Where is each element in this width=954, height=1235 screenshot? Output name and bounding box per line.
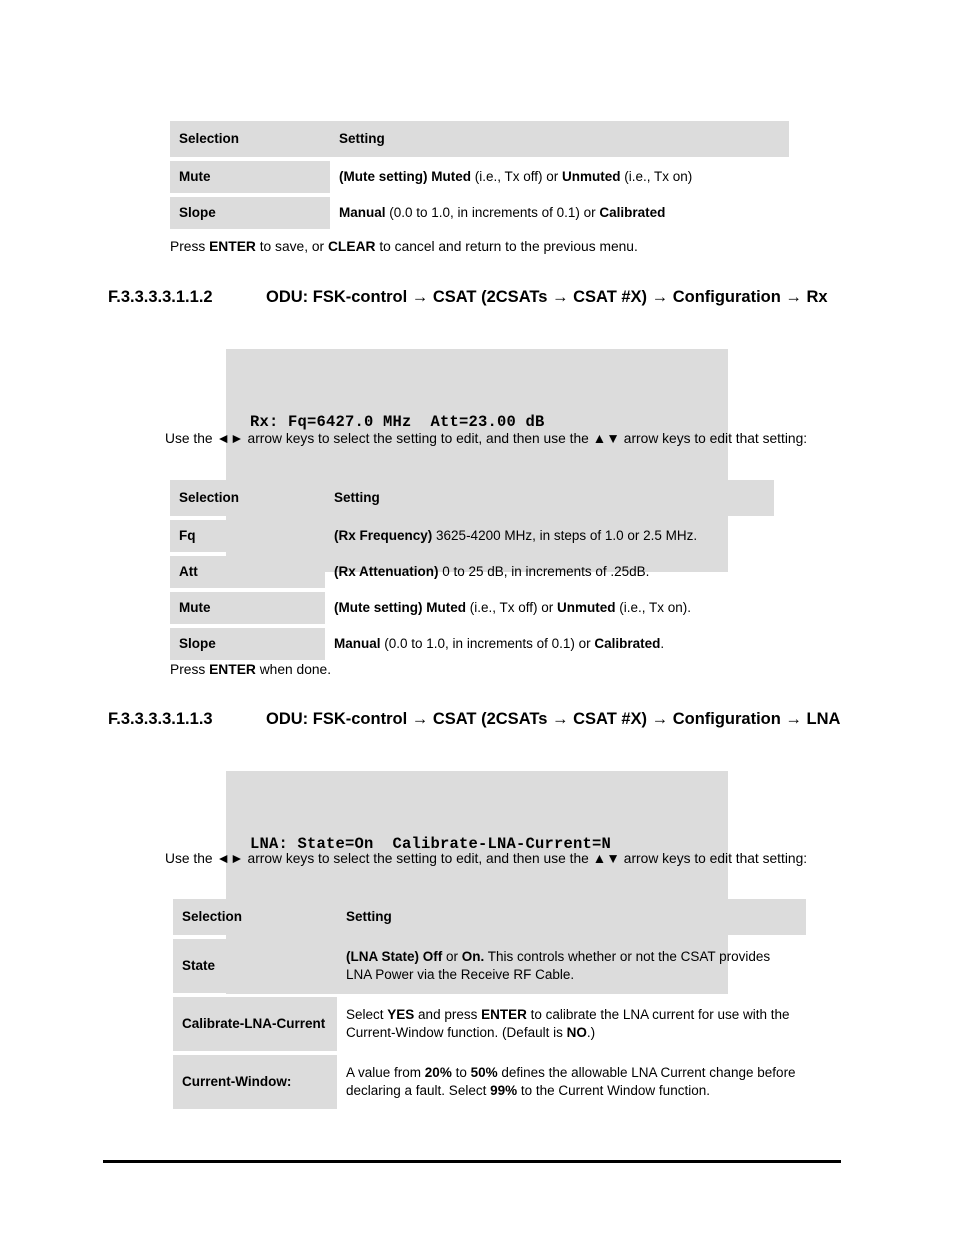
setting-cell: (Rx Attenuation) 0 to 25 dB, in incremen… bbox=[334, 563, 650, 579]
selection-cell: Slope bbox=[170, 196, 330, 229]
table-header-row: Selection Setting bbox=[170, 121, 789, 157]
selection-cell: Mute bbox=[170, 591, 325, 624]
selection-cell: State bbox=[173, 938, 337, 993]
table-row: Att (Rx Attenuation) 0 to 25 dB, in incr… bbox=[170, 555, 774, 588]
document-page: Selection Setting Mute (Mute setting) Mu… bbox=[0, 0, 954, 1235]
table-row: Slope Manual (0.0 to 1.0, in increments … bbox=[170, 196, 789, 229]
lna-settings-table: Selection Setting State (LNA State) Off … bbox=[173, 895, 806, 1113]
section-number: F.3.3.3.3.1.1.2 bbox=[108, 288, 213, 306]
setting-cell: (Mute setting) Muted (i.e., Tx off) or U… bbox=[339, 168, 693, 184]
table-header-row: Selection Setting bbox=[170, 480, 774, 516]
section-heading-rx: F.3.3.3.3.1.1.2 ODU: FSK-control → CSAT … bbox=[108, 286, 868, 309]
column-header-selection: Selection bbox=[170, 480, 325, 516]
footer-divider bbox=[103, 1160, 841, 1163]
table-row: Mute (Mute setting) Muted (i.e., Tx off)… bbox=[170, 160, 789, 193]
selection-cell: Att bbox=[170, 555, 325, 588]
column-header-setting: Setting bbox=[330, 121, 789, 157]
table-body: Selection Setting State (LNA State) Off … bbox=[173, 899, 806, 1109]
use-arrow-keys-paragraph-lna: Use the ◄► arrow keys to select the sett… bbox=[165, 851, 808, 866]
setting-cell: Manual (0.0 to 1.0, in increments of 0.1… bbox=[339, 204, 666, 220]
table-row: State (LNA State) Off or On. This contro… bbox=[173, 938, 806, 993]
selection-cell: Fq bbox=[170, 519, 325, 552]
selection-cell: Mute bbox=[170, 160, 330, 193]
table-row: Calibrate-LNA-Current Select YES and pre… bbox=[173, 996, 806, 1051]
setting-cell: (Mute setting) Muted (i.e., Tx off) or U… bbox=[334, 599, 692, 615]
press-enter-save-paragraph: Press ENTER to save, or CLEAR to cancel … bbox=[170, 239, 638, 254]
selection-cell: Slope bbox=[170, 627, 325, 660]
setting-cell: A value from 20% to 50% defines the allo… bbox=[346, 1064, 796, 1098]
table-body: Selection Setting Mute (Mute setting) Mu… bbox=[170, 121, 789, 229]
column-header-selection: Selection bbox=[173, 899, 337, 935]
setting-cell: (Rx Frequency) 3625-4200 MHz, in steps o… bbox=[334, 527, 698, 543]
column-header-selection: Selection bbox=[170, 121, 330, 157]
setting-cell: (LNA State) Off or On. This controls whe… bbox=[346, 948, 771, 982]
table-row: Slope Manual (0.0 to 1.0, in increments … bbox=[170, 627, 774, 660]
selection-cell: Current-Window: bbox=[173, 1054, 337, 1109]
selection-cell: Calibrate-LNA-Current bbox=[173, 996, 337, 1051]
press-enter-done-paragraph: Press ENTER when done. bbox=[170, 662, 332, 677]
setting-cell: Manual (0.0 to 1.0, in increments of 0.1… bbox=[334, 635, 665, 651]
table-row: Mute (Mute setting) Muted (i.e., Tx off)… bbox=[170, 591, 774, 624]
column-header-setting: Setting bbox=[337, 899, 806, 935]
use-arrow-keys-paragraph-rx: Use the ◄► arrow keys to select the sett… bbox=[165, 431, 808, 446]
table-row: Fq (Rx Frequency) 3625-4200 MHz, in step… bbox=[170, 519, 774, 552]
section-number: F.3.3.3.3.1.1.3 bbox=[108, 710, 213, 728]
setting-cell: Select YES and press ENTER to calibrate … bbox=[346, 1006, 790, 1040]
mute-slope-table: Selection Setting Mute (Mute setting) Mu… bbox=[170, 117, 789, 233]
section-title: ODU: FSK-control → CSAT (2CSATs → CSAT #… bbox=[266, 288, 828, 306]
column-header-setting: Setting bbox=[325, 480, 774, 516]
table-header-row: Selection Setting bbox=[173, 899, 806, 935]
section-title: ODU: FSK-control → CSAT (2CSATs → CSAT #… bbox=[266, 710, 841, 728]
table-row: Current-Window: A value from 20% to 50% … bbox=[173, 1054, 806, 1109]
table-body: Selection Setting Fq (Rx Frequency) 3625… bbox=[170, 480, 774, 660]
rx-settings-table: Selection Setting Fq (Rx Frequency) 3625… bbox=[170, 476, 774, 664]
section-heading-lna: F.3.3.3.3.1.1.3 ODU: FSK-control → CSAT … bbox=[108, 708, 868, 731]
